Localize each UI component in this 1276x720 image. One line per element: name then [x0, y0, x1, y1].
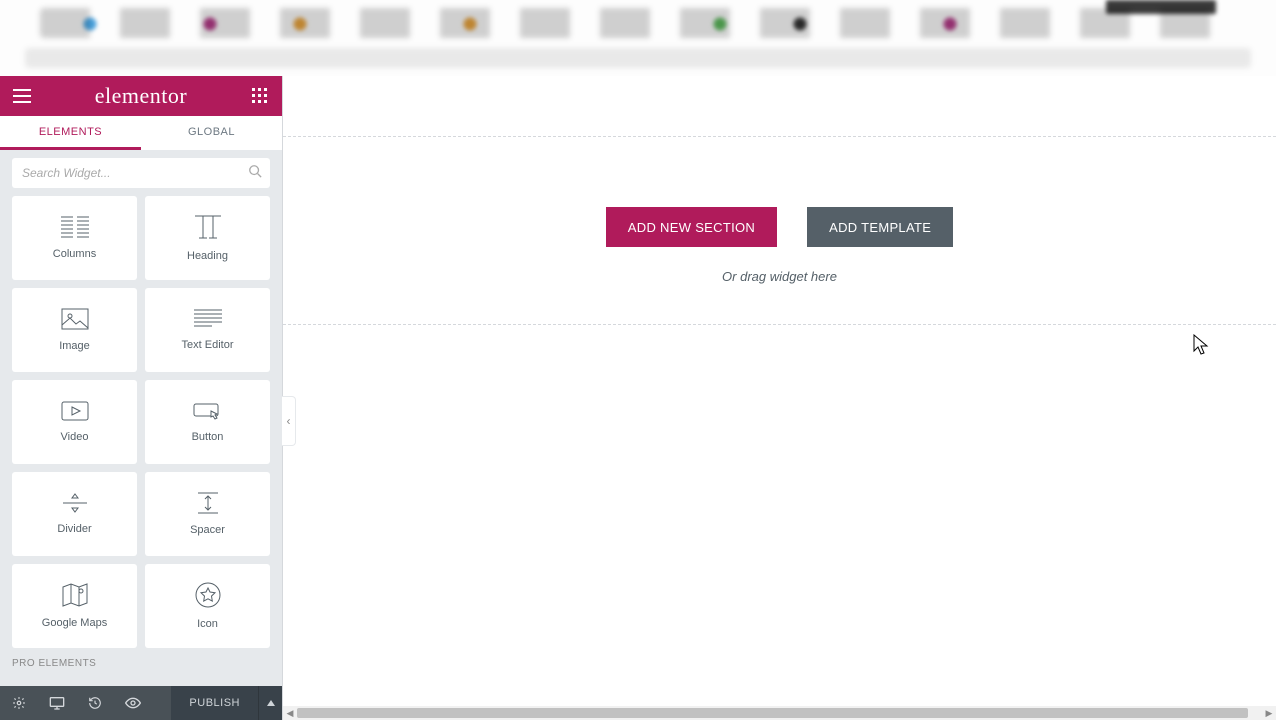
- widget-icon[interactable]: Icon: [145, 564, 270, 648]
- widget-label: Spacer: [190, 524, 225, 536]
- columns-icon: [61, 216, 89, 238]
- panel-header: elementor: [0, 76, 282, 116]
- horizontal-scrollbar[interactable]: ◀ ▶: [283, 706, 1276, 720]
- scroll-left-arrow[interactable]: ◀: [283, 706, 297, 720]
- widget-label: Video: [61, 431, 89, 443]
- tab-elements[interactable]: ELEMENTS: [0, 116, 141, 150]
- text-editor-icon: [194, 309, 222, 329]
- history-button[interactable]: [76, 686, 114, 720]
- widget-columns[interactable]: Columns: [12, 196, 137, 280]
- widget-divider[interactable]: Divider: [12, 472, 137, 556]
- pro-section-label: PRO ELEMENTS: [12, 658, 270, 669]
- elementor-panel: elementor ELEMENTS GLOBAL Columns: [0, 76, 283, 720]
- browser-chrome: [0, 0, 1276, 76]
- map-icon: [62, 583, 88, 607]
- desktop-icon: [49, 696, 65, 710]
- history-icon: [88, 696, 102, 710]
- widget-label: Image: [59, 340, 90, 352]
- widget-video[interactable]: Video: [12, 380, 137, 464]
- video-icon: [61, 401, 89, 421]
- hamburger-icon: [13, 89, 31, 103]
- widget-label: Button: [192, 431, 224, 443]
- search-input[interactable]: [12, 158, 270, 188]
- widget-google-maps[interactable]: Google Maps: [12, 564, 137, 648]
- eye-icon: [125, 697, 141, 709]
- widgets-list: Columns Heading Image Text Editor Video: [0, 196, 282, 686]
- widget-button[interactable]: Button: [145, 380, 270, 464]
- search-icon: [248, 164, 262, 183]
- settings-button[interactable]: [0, 686, 38, 720]
- widget-label: Google Maps: [42, 617, 107, 629]
- drop-area[interactable]: ADD NEW SECTION ADD TEMPLATE Or drag wid…: [283, 136, 1276, 325]
- editor-canvas: ‹ ADD NEW SECTION ADD TEMPLATE Or drag w…: [283, 76, 1276, 720]
- star-icon: [195, 582, 221, 608]
- widget-spacer[interactable]: Spacer: [145, 472, 270, 556]
- add-template-button[interactable]: ADD TEMPLATE: [807, 207, 953, 247]
- responsive-button[interactable]: [38, 686, 76, 720]
- publish-options-button[interactable]: [258, 686, 282, 720]
- tab-global[interactable]: GLOBAL: [141, 116, 282, 150]
- preview-button[interactable]: [114, 686, 152, 720]
- widgets-panel-button[interactable]: [248, 84, 272, 108]
- search-widget-wrap: [0, 150, 282, 196]
- gear-icon: [12, 696, 26, 710]
- menu-button[interactable]: [10, 84, 34, 108]
- panel-tabs: ELEMENTS GLOBAL: [0, 116, 282, 150]
- widget-heading[interactable]: Heading: [145, 196, 270, 280]
- scroll-right-arrow[interactable]: ▶: [1262, 706, 1276, 720]
- image-icon: [61, 308, 89, 330]
- caret-up-icon: [267, 700, 275, 706]
- widget-label: Icon: [197, 618, 218, 630]
- divider-icon: [61, 493, 89, 513]
- canvas-scroll[interactable]: ADD NEW SECTION ADD TEMPLATE Or drag wid…: [283, 76, 1276, 706]
- widget-image[interactable]: Image: [12, 288, 137, 372]
- heading-icon: [193, 214, 223, 240]
- widget-label: Text Editor: [182, 339, 234, 351]
- drop-hint: Or drag widget here: [283, 269, 1276, 284]
- widget-label: Columns: [53, 248, 96, 260]
- widget-label: Heading: [187, 250, 228, 262]
- widget-text-editor[interactable]: Text Editor: [145, 288, 270, 372]
- spacer-icon: [194, 492, 222, 514]
- brand-logo: elementor: [95, 83, 187, 109]
- add-new-section-button[interactable]: ADD NEW SECTION: [606, 207, 777, 247]
- grid-icon: [252, 88, 268, 104]
- publish-button[interactable]: PUBLISH: [171, 686, 258, 720]
- app-root: elementor ELEMENTS GLOBAL Columns: [0, 76, 1276, 720]
- panel-footer: PUBLISH: [0, 686, 282, 720]
- widget-label: Divider: [57, 523, 91, 535]
- button-icon: [193, 401, 223, 421]
